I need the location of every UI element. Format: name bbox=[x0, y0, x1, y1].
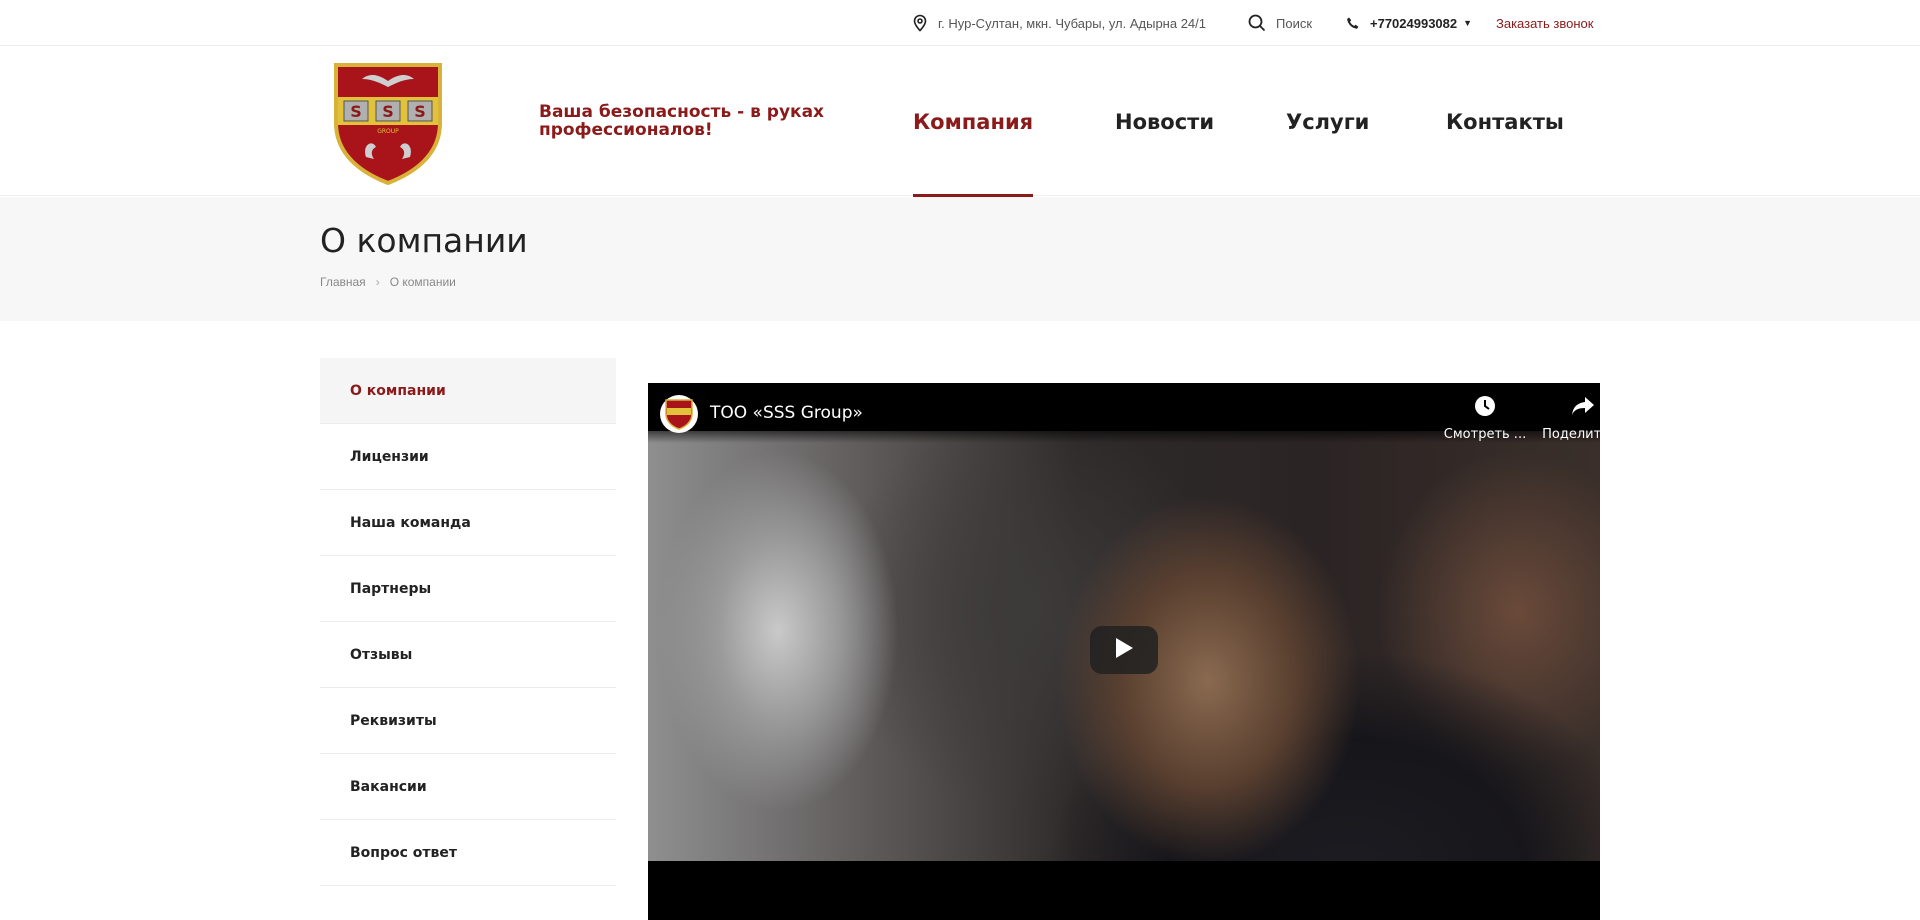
share-icon bbox=[1571, 395, 1595, 421]
sidebar-item-partners[interactable]: Партнеры bbox=[320, 556, 616, 622]
channel-avatar[interactable] bbox=[660, 395, 698, 433]
sidebar-item-reviews[interactable]: Отзывы bbox=[320, 622, 616, 688]
watch-later-label: Смотреть ... bbox=[1443, 427, 1527, 442]
sidebar-item-vacancies[interactable]: Вакансии bbox=[320, 754, 616, 820]
location-pin-icon bbox=[912, 14, 928, 32]
nav-company[interactable]: Компания bbox=[913, 47, 1034, 197]
share-label: Поделиться bbox=[1542, 427, 1600, 442]
sidebar-item-requisites[interactable]: Реквизиты bbox=[320, 688, 616, 754]
share-button[interactable]: Поделиться bbox=[1538, 395, 1600, 442]
sidebar-item-licenses[interactable]: Лицензии bbox=[320, 424, 616, 490]
sidebar-item-faq[interactable]: Вопрос ответ bbox=[320, 820, 616, 886]
address-text: г. Нур-Султан, мкн. Чубары, ул. Адырна 2… bbox=[938, 15, 1206, 31]
phone-dropdown[interactable]: +77024993082 ▼ bbox=[1346, 0, 1472, 46]
phone-number[interactable]: +77024993082 bbox=[1370, 16, 1457, 31]
logo-letter: S bbox=[350, 102, 362, 121]
site-header: S S S GROUP Ваша безопасность - в руках … bbox=[0, 47, 1920, 197]
video-header: ТОО «SSS Group» Смотреть ... Поделиться bbox=[648, 383, 1600, 443]
breadcrumb-current: О компании bbox=[389, 275, 456, 289]
phone-icon bbox=[1346, 16, 1360, 30]
page-title-band: О компании Главная › О компании bbox=[0, 197, 1920, 321]
chevron-right-icon: › bbox=[375, 275, 380, 289]
search-icon bbox=[1248, 14, 1266, 32]
search-button[interactable]: Поиск bbox=[1248, 0, 1312, 46]
clock-icon bbox=[1474, 395, 1496, 421]
nav-contacts[interactable]: Контакты bbox=[1446, 47, 1564, 196]
slogan: Ваша безопасность - в руках профессионал… bbox=[539, 102, 825, 140]
sidebar-item-about[interactable]: О компании bbox=[320, 358, 616, 424]
video-player[interactable]: ТОО «SSS Group» Смотреть ... Поделиться bbox=[648, 383, 1600, 920]
watch-later-button[interactable]: Смотреть ... bbox=[1440, 395, 1530, 442]
breadcrumb: Главная › О компании bbox=[320, 275, 456, 289]
chevron-down-icon: ▼ bbox=[1463, 18, 1473, 28]
logo-letter: S bbox=[414, 102, 426, 121]
search-label: Поиск bbox=[1276, 15, 1313, 31]
nav-news[interactable]: Новости bbox=[1115, 47, 1214, 196]
company-logo[interactable]: S S S GROUP bbox=[332, 59, 444, 186]
top-bar: г. Нур-Султан, мкн. Чубары, ул. Адырна 2… bbox=[0, 0, 1920, 46]
sidebar-item-team[interactable]: Наша команда bbox=[320, 490, 616, 556]
logo-subtext: GROUP bbox=[377, 128, 399, 135]
play-button[interactable] bbox=[1090, 626, 1158, 674]
callback-link[interactable]: Заказать звонок bbox=[1496, 0, 1593, 46]
breadcrumb-home[interactable]: Главная bbox=[320, 275, 366, 289]
address-block: г. Нур-Султан, мкн. Чубары, ул. Адырна 2… bbox=[912, 0, 1206, 46]
video-title[interactable]: ТОО «SSS Group» bbox=[710, 403, 863, 423]
page-title: О компании bbox=[320, 221, 528, 260]
sidebar-menu: О компании Лицензии Наша команда Партнер… bbox=[320, 358, 616, 886]
nav-services[interactable]: Услуги bbox=[1286, 47, 1369, 196]
play-icon bbox=[1114, 637, 1134, 664]
logo-letter: S bbox=[382, 102, 394, 121]
